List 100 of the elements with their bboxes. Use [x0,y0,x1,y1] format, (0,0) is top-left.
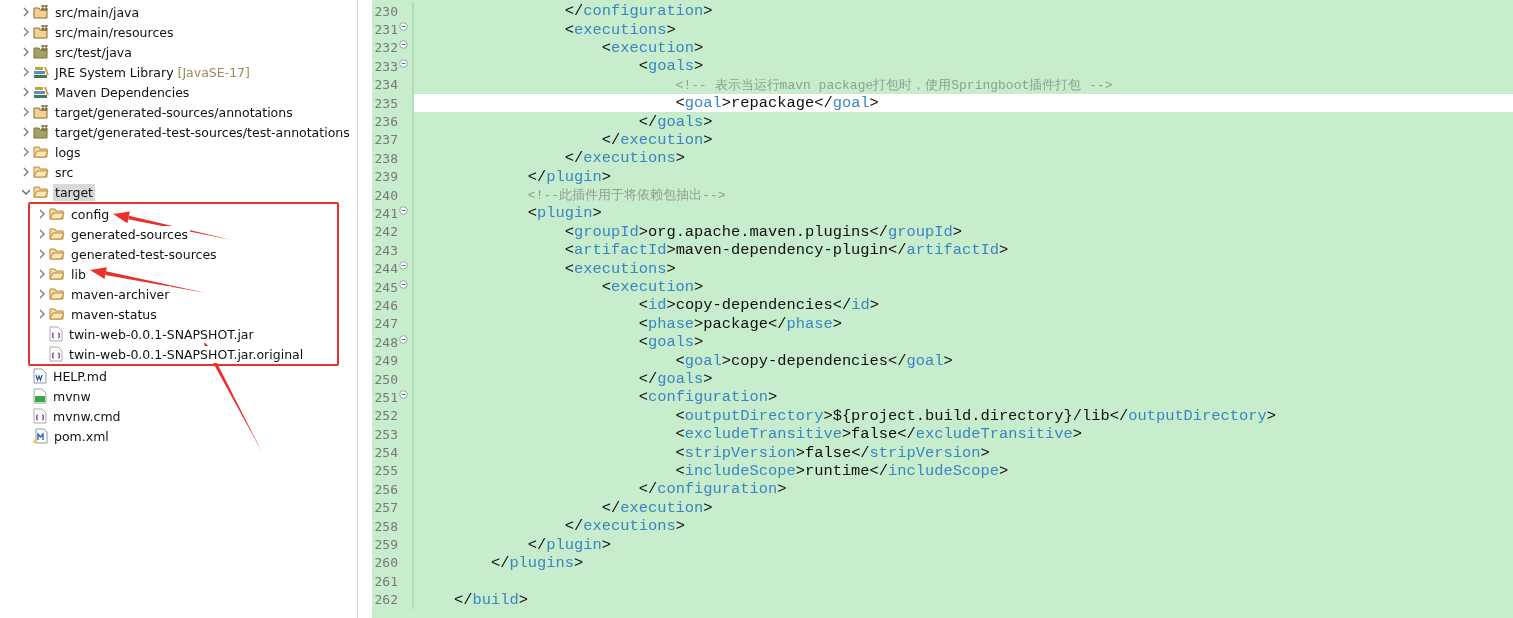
code-line: <execution> [600,278,704,297]
code-line: <!-- 表示当运行mavn package打包时，使用Springboot插件打包 --> [674,76,1113,94]
line-number: 240 [373,187,398,203]
chevron-icon[interactable] [21,87,30,97]
books-icon [33,85,49,99]
code-line: </configuration> [637,480,787,499]
line-number: 250 [373,371,398,387]
line-number: 257 [373,500,398,516]
line-number: 249 [373,353,398,369]
collapse-icon[interactable] [399,206,408,215]
folder-icon [49,247,65,261]
line-number: 233 [373,58,398,74]
folder-icon [49,307,65,321]
collapse-icon[interactable] [399,58,408,68]
code-line: <goal>repackage</goal> [674,94,879,113]
line-number: 253 [373,426,398,442]
line-number: 239 [373,169,398,185]
document-icon [33,368,47,384]
chevron-icon[interactable] [21,187,30,197]
code-line: <configuration> [637,388,778,407]
folder-icon [49,227,65,241]
chevron-icon[interactable] [21,167,30,177]
line-number: 245 [373,279,398,295]
tree-item[interactable]: target [53,183,95,201]
collapse-icon[interactable] [399,261,408,271]
code-line: </executions> [563,149,685,168]
collapse-icon[interactable] [399,279,408,289]
folder-icon [49,287,65,301]
line-number: 232 [373,40,398,56]
code-line: <plugin> [526,204,602,223]
folder-icon [33,165,49,179]
line-number: 234 [373,77,398,93]
collapse-icon[interactable] [399,22,408,32]
line-number: 261 [373,573,398,589]
chevron-icon[interactable] [21,7,30,17]
code-line: </plugins> [489,553,584,572]
tree-item-decoration: [JavaSE-17] [177,64,250,80]
line-number: 262 [373,592,398,608]
folder-icon [33,145,49,159]
file-icon [49,346,63,362]
line-number: 243 [373,242,398,258]
file-icon [33,408,47,424]
chevron-icon[interactable] [21,127,30,137]
code-line: </goals> [637,112,713,131]
chevron-icon[interactable] [37,289,46,299]
code-line: <outputDirectory>${project.build.directory}/lib</outputDirectory> [674,406,1276,425]
code-line: <execution> [600,38,704,57]
file-icon [49,326,63,342]
code-line: </plugin> [526,535,611,554]
chevron-icon[interactable] [37,209,46,219]
code-line: <goal>copy-dependencies</goal> [674,351,953,370]
code-line: <id>copy-dependencies</id> [637,296,879,315]
code-line: </configuration> [563,2,713,21]
code-line: <includeScope>runtime</includeScope> [674,461,1009,480]
code-line: <goals> [637,333,704,352]
package-folder-icon [33,104,49,120]
tree-item[interactable]: twin-web-0.0.1-SNAPSHOT.jar.original [67,345,306,363]
script-file-icon [33,388,47,404]
package-folder-icon [33,44,49,60]
line-number: 238 [373,150,398,166]
line-number: 256 [373,481,398,497]
code-line: </executions> [563,517,685,536]
folder-icon [49,267,65,281]
line-number: 241 [373,206,398,221]
line-number: 235 [373,95,398,111]
collapse-icon[interactable] [399,40,408,50]
package-folder-icon [33,4,49,20]
chevron-icon[interactable] [21,107,30,117]
maven-file-icon [33,428,48,444]
folder-icon [33,185,49,199]
code-line: </goals> [637,370,713,388]
code-line: </plugin> [526,167,611,186]
line-number: 231 [373,22,398,38]
line-number: 255 [373,463,398,479]
collapse-icon[interactable] [399,389,408,399]
package-folder-icon [33,24,49,40]
line-number: 247 [373,316,398,332]
line-number: 251 [373,389,398,405]
chevron-icon[interactable] [21,67,30,77]
line-number: 242 [373,224,398,240]
line-number: 246 [373,297,398,313]
chevron-icon[interactable] [37,309,46,319]
line-number: 236 [373,114,398,130]
line-number: 237 [373,132,398,148]
chevron-icon[interactable] [37,249,46,259]
line-number: 258 [373,518,398,534]
chevron-icon[interactable] [21,147,30,157]
chevron-icon[interactable] [37,229,46,239]
chevron-icon[interactable] [21,47,30,57]
chevron-icon[interactable] [21,27,30,37]
collapse-icon[interactable] [399,334,408,344]
books-icon [33,65,49,79]
tree-item[interactable]: generated-sources [69,225,191,243]
code-line: </execution> [600,130,713,149]
chevron-icon[interactable] [37,269,46,279]
line-number: 260 [373,555,398,571]
line-number: 259 [373,537,398,552]
code-line: </execution> [600,498,713,517]
line-number: 252 [373,408,398,424]
code-line: <goals> [637,57,704,76]
